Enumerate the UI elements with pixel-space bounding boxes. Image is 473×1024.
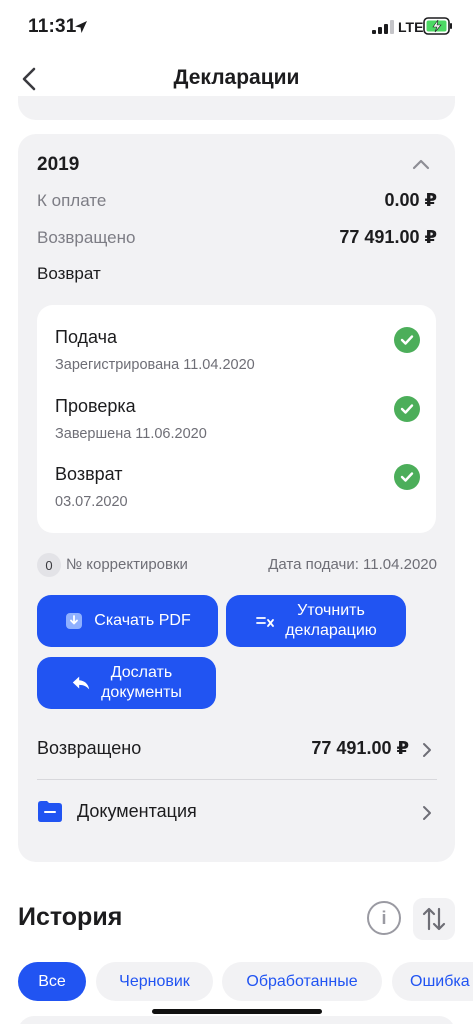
history-list-item-edge	[18, 1016, 455, 1024]
check-circle-icon	[394, 396, 420, 422]
step-subtitle: 03.07.2020	[55, 494, 128, 510]
history-title: История	[18, 903, 123, 931]
download-icon	[64, 611, 84, 631]
step-refund: Возврат 03.07.2020	[55, 464, 420, 510]
filter-chip-error[interactable]: Ошибка	[392, 962, 473, 1001]
send-documents-label: Дослать документы	[101, 664, 182, 701]
refund-section-label: Возврат	[37, 264, 101, 283]
step-review: Проверка Завершена 11.06.2020	[55, 396, 420, 442]
network-type: LTE	[398, 19, 424, 35]
reply-arrow-icon	[71, 673, 91, 693]
payment-due-label: К оплате	[37, 190, 107, 210]
status-time: 11:31	[28, 16, 77, 37]
info-icon[interactable]: i	[367, 901, 401, 935]
page-title: Декларации	[173, 66, 300, 89]
battery-charging-icon	[423, 17, 452, 35]
step-title: Проверка	[55, 396, 136, 416]
returned-link-label: Возвращено	[37, 738, 142, 758]
chevron-right-icon	[423, 743, 431, 757]
chevron-right-icon	[423, 806, 431, 820]
location-arrow-icon	[75, 21, 87, 33]
clarify-declaration-label: Уточнить декларацию	[285, 602, 377, 639]
refund-status-box: Подача Зарегистрирована 11.04.2020 Прове…	[37, 305, 436, 533]
step-filing: Подача Зарегистрирована 11.04.2020	[55, 327, 420, 373]
send-documents-button[interactable]: Дослать документы	[37, 657, 216, 709]
edit-list-icon	[255, 611, 275, 631]
returned-link-row[interactable]: Возвращено 77 491.00 ₽	[37, 734, 437, 764]
step-subtitle: Зарегистрирована 11.04.2020	[55, 357, 255, 373]
sort-button[interactable]	[413, 898, 455, 940]
returned-link-value: 77 491.00 ₽	[311, 738, 409, 758]
folder-icon	[38, 801, 62, 822]
check-circle-icon	[394, 464, 420, 490]
divider	[37, 779, 437, 780]
status-bar: 11:31 LTE	[0, 0, 473, 54]
clarify-declaration-button[interactable]: Уточнить декларацию	[226, 595, 406, 647]
returned-value: 77 491.00 ₽	[339, 227, 437, 247]
filter-chip-processed[interactable]: Обработанные	[222, 962, 382, 1001]
documentation-label: Документация	[77, 801, 197, 821]
previous-card-edge	[18, 96, 455, 120]
sort-arrows-icon	[422, 907, 446, 931]
filing-date: Дата подачи: 11.04.2020	[268, 556, 437, 573]
home-indicator	[152, 1009, 322, 1014]
step-subtitle: Завершена 11.06.2020	[55, 426, 207, 442]
filter-chip-draft[interactable]: Черновик	[96, 962, 213, 1001]
check-circle-icon	[394, 327, 420, 353]
download-pdf-label: Скачать PDF	[94, 612, 191, 629]
declaration-year: 2019	[37, 154, 80, 175]
payment-due-value: 0.00 ₽	[384, 190, 437, 210]
chevron-up-icon[interactable]	[410, 156, 432, 174]
correction-row: 0 № корректировки Дата подачи: 11.04.202…	[37, 553, 437, 577]
cellular-signal-icon	[372, 20, 394, 34]
correction-label: № корректировки	[66, 556, 188, 573]
download-pdf-button[interactable]: Скачать PDF	[37, 595, 218, 647]
correction-count-badge: 0	[37, 553, 61, 577]
step-title: Подача	[55, 327, 118, 347]
returned-row: Возвращено 77 491.00 ₽	[37, 227, 437, 248]
payment-due-row: К оплате 0.00 ₽	[37, 190, 437, 211]
filter-chip-all[interactable]: Все	[18, 962, 86, 1001]
step-title: Возврат	[55, 464, 123, 484]
documentation-link-row[interactable]: Документация	[37, 797, 437, 827]
declaration-card: 2019 К оплате 0.00 ₽ Возвращено 77 491.0…	[18, 134, 455, 862]
returned-label: Возвращено	[37, 227, 136, 247]
